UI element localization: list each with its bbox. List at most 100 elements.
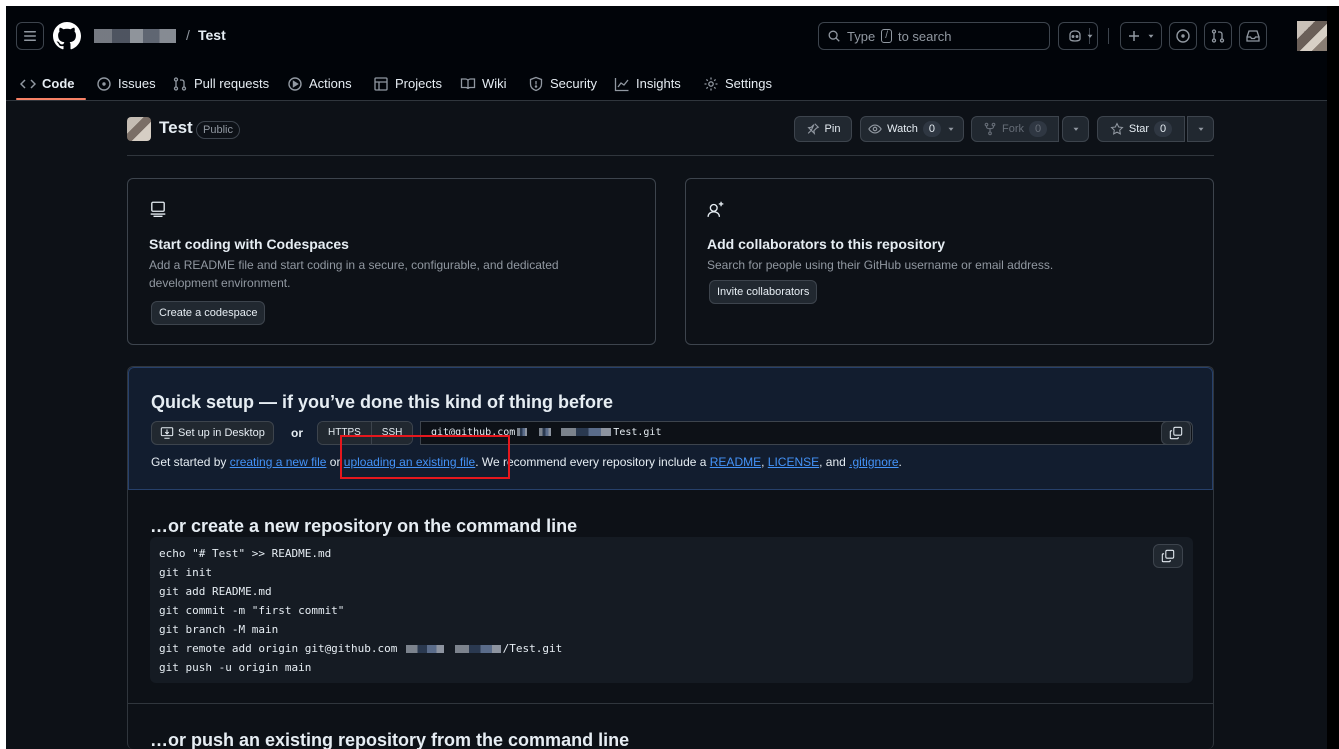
watch-label: Watch bbox=[887, 123, 918, 135]
fork-button[interactable]: Fork 0 bbox=[971, 116, 1059, 142]
clone-url-suffix: Test.git bbox=[613, 427, 662, 438]
redacted-segment bbox=[454, 645, 501, 653]
tab-label: Security bbox=[550, 76, 597, 91]
fork-dropdown-button[interactable] bbox=[1062, 116, 1089, 142]
tab-code[interactable]: Code bbox=[20, 66, 75, 101]
collaborators-card: Add collaborators to this repository Sea… bbox=[685, 178, 1214, 345]
tab-issues[interactable]: Issues bbox=[96, 66, 156, 101]
tab-pull-requests[interactable]: Pull requests bbox=[172, 66, 269, 101]
user-avatar[interactable] bbox=[1297, 21, 1327, 51]
issue-icon bbox=[97, 76, 111, 91]
code-line: echo "# Test" >> README.md bbox=[159, 547, 332, 560]
eye-icon bbox=[868, 124, 882, 134]
star-icon bbox=[1110, 122, 1124, 135]
repo-header-divider bbox=[127, 155, 1214, 156]
shield-icon bbox=[529, 76, 543, 91]
header-divider bbox=[1108, 28, 1109, 44]
code-line-remote: git remote add origin git@github.com /Te… bbox=[159, 642, 562, 655]
pull-requests-button[interactable] bbox=[1204, 22, 1232, 50]
tab-projects[interactable]: Projects bbox=[373, 66, 442, 101]
triangle-down-icon bbox=[1087, 34, 1093, 38]
readme-link[interactable]: README bbox=[710, 455, 761, 469]
book-icon bbox=[460, 77, 476, 89]
setup-desktop-button[interactable]: Set up in Desktop bbox=[151, 421, 274, 445]
star-label: Star bbox=[1128, 123, 1150, 135]
tab-label: Projects bbox=[395, 76, 442, 91]
gear-icon bbox=[704, 77, 718, 90]
copy-icon bbox=[1169, 426, 1183, 440]
inbox-button[interactable] bbox=[1239, 22, 1267, 50]
tab-wiki[interactable]: Wiki bbox=[460, 66, 507, 101]
create-codespace-button[interactable]: Create a codespace bbox=[151, 301, 266, 325]
search-icon bbox=[828, 30, 840, 42]
tab-label: Settings bbox=[725, 76, 772, 91]
tab-security[interactable]: Security bbox=[528, 66, 597, 101]
invite-collaborators-button[interactable]: Invite collaborators bbox=[709, 280, 818, 304]
repo-title[interactable]: Test bbox=[159, 118, 193, 138]
codespaces-title: Start coding with Codespaces bbox=[149, 236, 349, 252]
owner-name-redacted[interactable] bbox=[94, 29, 176, 43]
issues-button[interactable] bbox=[1169, 22, 1197, 50]
pin-icon bbox=[806, 123, 819, 136]
create-new-file-link[interactable]: creating a new file bbox=[230, 455, 327, 469]
code-line: git push -u origin main bbox=[159, 661, 312, 674]
visibility-badge: Public bbox=[196, 121, 240, 139]
copilot-dropdown[interactable] bbox=[1081, 22, 1099, 50]
github-logo-icon[interactable] bbox=[53, 22, 81, 50]
pin-button[interactable]: Pin bbox=[794, 116, 852, 142]
create-new-button[interactable] bbox=[1120, 22, 1162, 50]
license-link[interactable]: LICENSE bbox=[768, 455, 819, 469]
code-line: git commit -m "first commit" bbox=[159, 604, 345, 617]
table-icon bbox=[374, 76, 388, 91]
search-input[interactable]: Type / to search bbox=[818, 22, 1050, 50]
tab-actions[interactable]: Actions bbox=[287, 66, 352, 101]
tab-label: Issues bbox=[118, 76, 156, 91]
pull-request-icon bbox=[1211, 29, 1225, 43]
highlight-annotation-box bbox=[340, 435, 510, 479]
quick-setup-note: Get started by creating a new file or up… bbox=[151, 455, 902, 469]
plus-icon bbox=[1129, 31, 1139, 41]
copy-url-button[interactable] bbox=[1161, 421, 1191, 445]
header-top-bar: / Test Type / to search bbox=[6, 6, 1327, 66]
or-label: or bbox=[291, 426, 303, 440]
graph-icon bbox=[614, 77, 629, 91]
star-button[interactable]: Star 0 bbox=[1097, 116, 1185, 142]
fork-icon bbox=[984, 122, 996, 136]
issue-icon bbox=[1176, 29, 1190, 43]
search-shortcut-key: / bbox=[881, 29, 892, 43]
repo-owner-avatar[interactable] bbox=[127, 117, 151, 141]
search-prefix: Type bbox=[847, 28, 876, 44]
star-dropdown-button[interactable] bbox=[1187, 116, 1214, 142]
screen-edge bbox=[1327, 0, 1339, 749]
quick-setup-panel: Quick setup — if you’ve done this kind o… bbox=[127, 366, 1214, 749]
active-tab-indicator bbox=[16, 98, 86, 100]
section-divider bbox=[128, 703, 1213, 704]
menu-button[interactable] bbox=[16, 22, 44, 50]
tab-label: Pull requests bbox=[194, 76, 270, 91]
repo-nav-tabs: Code Issues Pull requests Actions Projec… bbox=[6, 66, 1327, 101]
pin-label: Pin bbox=[824, 123, 841, 135]
watch-button[interactable]: Watch 0 bbox=[860, 116, 964, 142]
tab-insights[interactable]: Insights bbox=[614, 66, 681, 101]
star-count: 0 bbox=[1154, 121, 1173, 137]
gitignore-link[interactable]: .gitignore bbox=[849, 455, 898, 469]
note-text: , bbox=[761, 455, 768, 469]
global-header: / Test Type / to search Code Issues Pull… bbox=[6, 6, 1327, 101]
pull-request-icon bbox=[173, 76, 187, 91]
tab-settings[interactable]: Settings bbox=[703, 66, 772, 101]
copy-icon bbox=[1161, 549, 1175, 563]
note-text: . We recommend every repository include … bbox=[475, 455, 710, 469]
code-line: git branch -M main bbox=[159, 623, 279, 636]
setup-desktop-label: Set up in Desktop bbox=[178, 427, 265, 439]
collaborators-title: Add collaborators to this repository bbox=[707, 236, 946, 252]
fork-label: Fork bbox=[1002, 123, 1024, 135]
triangle-down-icon bbox=[1198, 127, 1203, 131]
note-text: , and bbox=[819, 455, 850, 469]
code-line: git init bbox=[159, 566, 212, 579]
tab-label: Insights bbox=[636, 76, 681, 91]
play-icon bbox=[288, 76, 302, 91]
copy-commands-button[interactable] bbox=[1153, 544, 1183, 568]
clone-url-field[interactable]: git@github.com Test.git bbox=[420, 421, 1193, 445]
breadcrumb-separator: / bbox=[186, 27, 190, 43]
breadcrumb-repo-name[interactable]: Test bbox=[198, 27, 226, 43]
